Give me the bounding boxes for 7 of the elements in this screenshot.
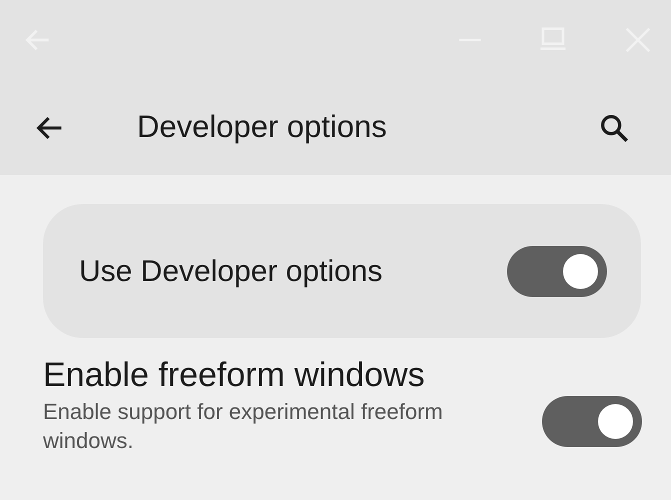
page-title: Developer options (137, 108, 387, 146)
toggle-switch[interactable] (542, 396, 642, 448)
setting-title: Enable freeform windows (43, 355, 426, 396)
setting-summary: Enable support for experimental freeform windows. (43, 398, 444, 456)
main-switch-label: Use Developer options (79, 254, 384, 290)
toggle-switch[interactable] (507, 246, 607, 296)
main-switch-card[interactable]: Use Developer options (43, 204, 641, 338)
